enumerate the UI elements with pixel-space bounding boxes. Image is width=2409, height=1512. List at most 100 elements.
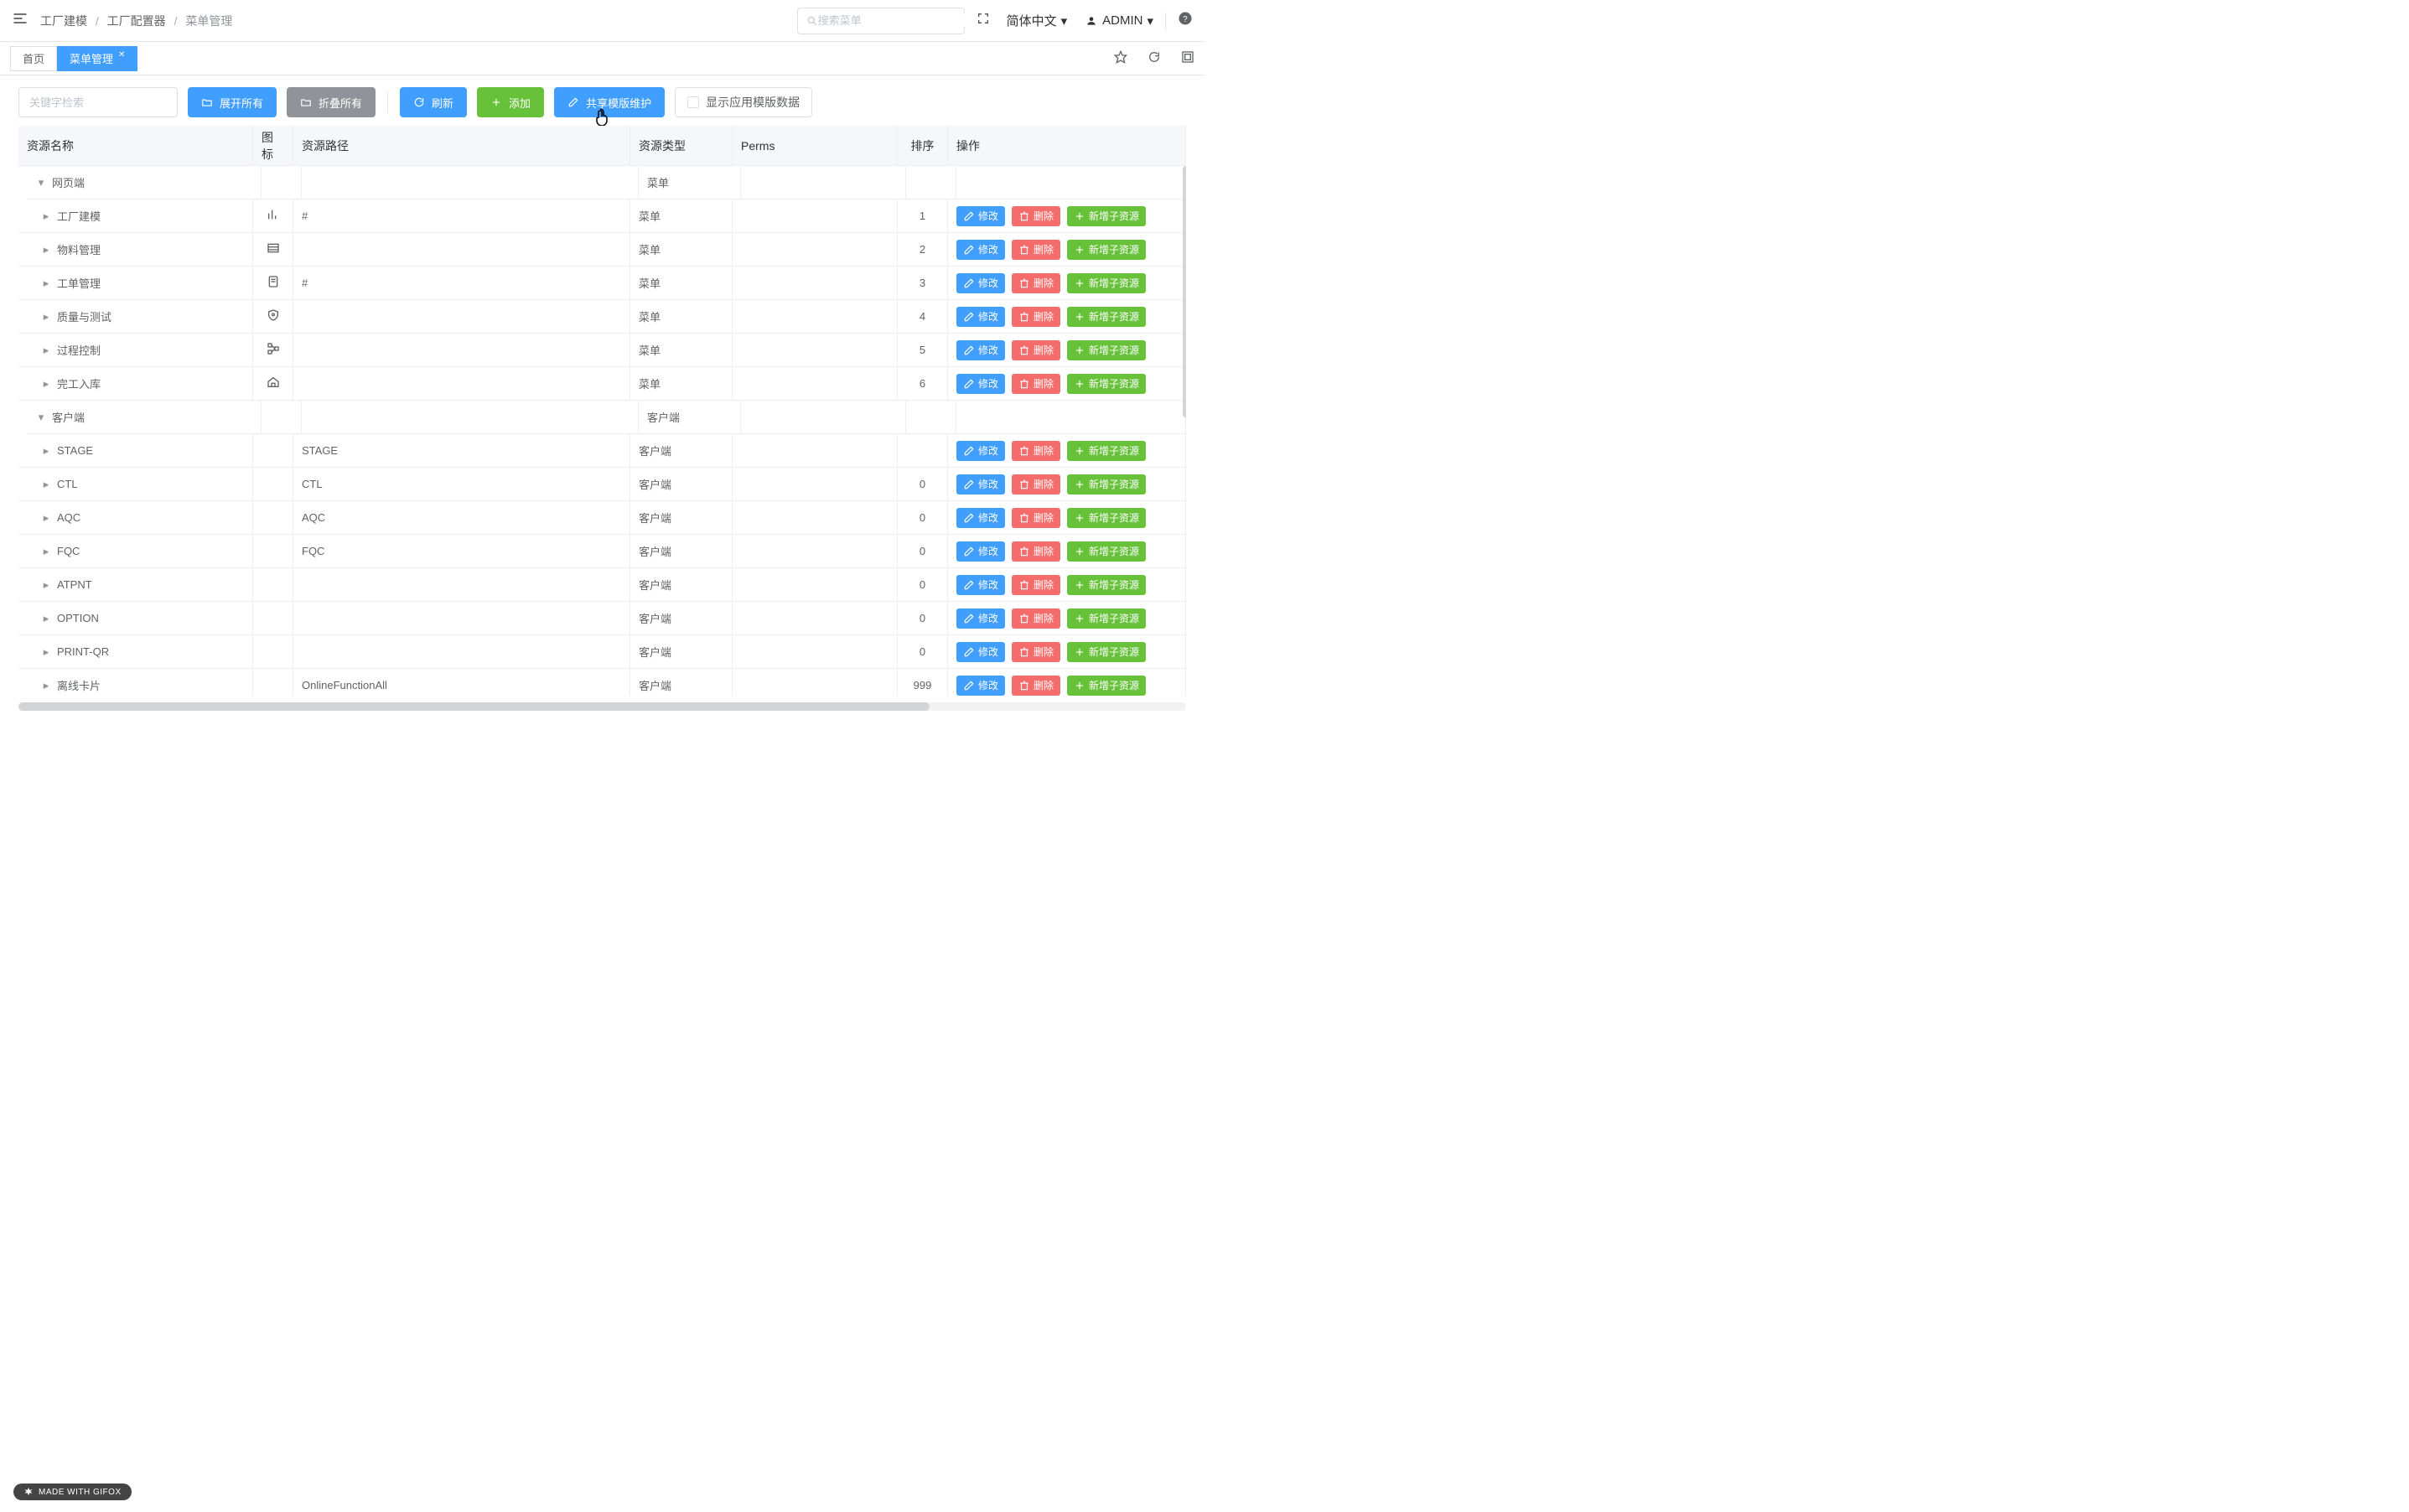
header-search[interactable] xyxy=(797,8,965,34)
chevron-right-icon[interactable]: ▸ xyxy=(40,545,52,558)
edit-button[interactable]: 修改 xyxy=(956,575,1005,595)
close-icon[interactable]: ✕ xyxy=(118,50,125,60)
cell-name[interactable]: ▸过程控制 xyxy=(18,334,253,367)
add-child-button[interactable]: 新增子资源 xyxy=(1067,608,1146,629)
chevron-right-icon[interactable]: ▸ xyxy=(40,645,52,659)
chevron-right-icon[interactable]: ▸ xyxy=(40,277,52,290)
add-child-button[interactable]: 新增子资源 xyxy=(1067,676,1146,696)
chevron-right-icon[interactable]: ▸ xyxy=(40,310,52,324)
chevron-right-icon[interactable]: ▸ xyxy=(40,444,52,458)
user-dropdown[interactable]: ADMIN ▾ xyxy=(1085,13,1153,28)
cell-name[interactable]: ▸工单管理 xyxy=(18,267,253,300)
add-button[interactable]: 添加 xyxy=(477,87,544,117)
scrollbar-thumb[interactable] xyxy=(1183,166,1186,417)
edit-button[interactable]: 修改 xyxy=(956,642,1005,662)
edit-button[interactable]: 修改 xyxy=(956,374,1005,394)
chevron-right-icon[interactable]: ▸ xyxy=(40,679,52,692)
add-child-button[interactable]: 新增子资源 xyxy=(1067,575,1146,595)
language-dropdown[interactable]: 简体中文 ▾ xyxy=(1007,12,1068,29)
help-icon[interactable]: ? xyxy=(1178,11,1193,30)
delete-button[interactable]: 删除 xyxy=(1012,340,1060,360)
breadcrumb-item[interactable]: 工厂配置器 xyxy=(107,14,166,28)
edit-button[interactable]: 修改 xyxy=(956,474,1005,495)
delete-button[interactable]: 删除 xyxy=(1012,508,1060,528)
delete-button[interactable]: 删除 xyxy=(1012,474,1060,495)
menu-toggle-icon[interactable] xyxy=(12,10,28,32)
tab-home[interactable]: 首页 xyxy=(10,46,57,71)
edit-button[interactable]: 修改 xyxy=(956,508,1005,528)
refresh-button[interactable]: 刷新 xyxy=(400,87,467,117)
chevron-right-icon[interactable]: ▸ xyxy=(40,511,52,525)
chevron-right-icon[interactable]: ▸ xyxy=(40,344,52,357)
refresh-icon[interactable] xyxy=(1148,50,1161,66)
edit-button[interactable]: 修改 xyxy=(956,206,1005,226)
cell-name[interactable]: ▸物料管理 xyxy=(18,233,253,267)
edit-button[interactable]: 修改 xyxy=(956,340,1005,360)
delete-button[interactable]: 删除 xyxy=(1012,575,1060,595)
chevron-right-icon[interactable]: ▸ xyxy=(40,578,52,592)
delete-button[interactable]: 删除 xyxy=(1012,240,1060,260)
cell-name[interactable]: ▸CTL xyxy=(18,468,253,501)
chevron-right-icon[interactable]: ▸ xyxy=(40,478,52,491)
delete-button[interactable]: 删除 xyxy=(1012,206,1060,226)
add-child-button[interactable]: 新增子资源 xyxy=(1067,240,1146,260)
chevron-down-icon[interactable]: ▾ xyxy=(35,176,47,189)
edit-button[interactable]: 修改 xyxy=(956,307,1005,327)
chevron-right-icon[interactable]: ▸ xyxy=(40,210,52,223)
cell-name[interactable]: ▸质量与测试 xyxy=(18,300,253,334)
cell-name[interactable]: ▸FQC xyxy=(18,535,253,568)
add-child-button[interactable]: 新增子资源 xyxy=(1067,374,1146,394)
vertical-scrollbar[interactable] xyxy=(1183,166,1186,696)
show-app-template-checkbox[interactable]: 显示应用模版数据 xyxy=(675,87,812,117)
cell-name[interactable]: ▸AQC xyxy=(18,501,253,535)
collapse-all-button[interactable]: 折叠所有 xyxy=(287,87,376,117)
cell-name[interactable]: ▸STAGE xyxy=(18,434,253,468)
scrollbar-thumb[interactable] xyxy=(18,702,930,711)
cell-name[interactable]: ▾客户端 xyxy=(27,401,262,434)
cell-name[interactable]: ▸OPTION xyxy=(18,602,253,635)
breadcrumb-item[interactable]: 工厂建模 xyxy=(40,14,87,28)
add-child-button[interactable]: 新增子资源 xyxy=(1067,508,1146,528)
add-child-button[interactable]: 新增子资源 xyxy=(1067,206,1146,226)
keyword-search-input[interactable] xyxy=(18,87,178,117)
add-child-button[interactable]: 新增子资源 xyxy=(1067,340,1146,360)
horizontal-scrollbar[interactable] xyxy=(18,702,1186,711)
delete-button[interactable]: 删除 xyxy=(1012,608,1060,629)
expand-all-button[interactable]: 展开所有 xyxy=(188,87,277,117)
add-child-button[interactable]: 新增子资源 xyxy=(1067,474,1146,495)
maximize-icon[interactable] xyxy=(1181,50,1194,66)
delete-button[interactable]: 删除 xyxy=(1012,676,1060,696)
edit-button[interactable]: 修改 xyxy=(956,608,1005,629)
delete-button[interactable]: 删除 xyxy=(1012,441,1060,461)
delete-button[interactable]: 删除 xyxy=(1012,541,1060,562)
cell-name[interactable]: ▸ATPNT xyxy=(18,568,253,602)
add-child-button[interactable]: 新增子资源 xyxy=(1067,441,1146,461)
cell-name[interactable]: ▸PRINT-QR xyxy=(18,635,253,669)
edit-button[interactable]: 修改 xyxy=(956,541,1005,562)
fullscreen-icon[interactable] xyxy=(977,12,990,29)
cell-name[interactable]: ▸完工入库 xyxy=(18,367,253,401)
edit-button[interactable]: 修改 xyxy=(956,273,1005,293)
header-search-input[interactable] xyxy=(818,14,966,27)
add-child-button[interactable]: 新增子资源 xyxy=(1067,273,1146,293)
delete-button[interactable]: 删除 xyxy=(1012,307,1060,327)
delete-button[interactable]: 删除 xyxy=(1012,273,1060,293)
cell-name[interactable]: ▸工厂建模 xyxy=(18,199,253,233)
add-child-button[interactable]: 新增子资源 xyxy=(1067,642,1146,662)
delete-button[interactable]: 删除 xyxy=(1012,642,1060,662)
edit-button[interactable]: 修改 xyxy=(956,676,1005,696)
edit-button[interactable]: 修改 xyxy=(956,240,1005,260)
chevron-right-icon[interactable]: ▸ xyxy=(40,243,52,256)
chevron-right-icon[interactable]: ▸ xyxy=(40,377,52,391)
delete-button[interactable]: 删除 xyxy=(1012,374,1060,394)
chevron-down-icon[interactable]: ▾ xyxy=(35,411,47,424)
share-template-button[interactable]: 共享模版维护 xyxy=(554,87,665,117)
add-child-button[interactable]: 新增子资源 xyxy=(1067,307,1146,327)
tab-menu-management[interactable]: 菜单管理 ✕ xyxy=(57,46,137,71)
cell-name[interactable]: ▾网页端 xyxy=(27,166,262,199)
star-icon[interactable] xyxy=(1114,50,1127,66)
cell-name[interactable]: ▸离线卡片 xyxy=(18,669,253,696)
add-child-button[interactable]: 新增子资源 xyxy=(1067,541,1146,562)
edit-button[interactable]: 修改 xyxy=(956,441,1005,461)
chevron-right-icon[interactable]: ▸ xyxy=(40,612,52,625)
